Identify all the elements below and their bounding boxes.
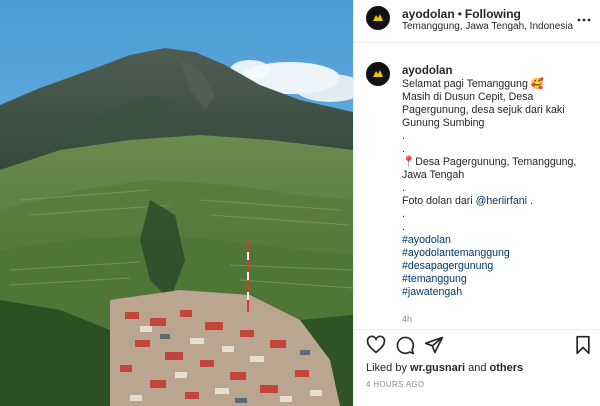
location-link[interactable]: Temanggung, Jawa Tengah, Indonesia: [402, 21, 573, 32]
caption-credit-suffix: .: [527, 195, 533, 207]
caption-line: Pagergunung, desa sejuk dari kaki: [402, 104, 565, 116]
hashtag-link[interactable]: #ayodolantemanggung: [402, 247, 592, 260]
caption-line: Gunung Sumbing: [402, 117, 485, 129]
liked-by-user-link[interactable]: wr.gusnari: [410, 362, 465, 374]
ayodolan-logo-icon: [373, 14, 383, 21]
post-photo[interactable]: [0, 0, 353, 406]
header-username[interactable]: ayodolan: [402, 7, 455, 21]
more-options-icon[interactable]: [577, 13, 591, 27]
caption-line: .: [402, 182, 405, 194]
hashtag-link[interactable]: #ayodolan: [402, 234, 592, 247]
caption-credit-line: Foto dolan dari @heriirfani .: [402, 195, 592, 208]
hashtag-link[interactable]: #jawatengah: [402, 286, 592, 299]
caption-line: 📍Desa Pagergunung, Temanggung,: [402, 156, 577, 168]
caption-credit-text: Foto dolan dari: [402, 195, 476, 207]
paper-plane-icon[interactable]: [424, 335, 444, 355]
liked-by-others-link[interactable]: others: [490, 362, 524, 374]
hashtag-link[interactable]: #temanggung: [402, 273, 592, 286]
post-header: ayodolan • Following Temanggung, Jawa Teng…: [354, 0, 600, 43]
liked-by-prefix: Liked by: [366, 362, 411, 374]
liked-by-line: Liked by wr.gusnari and others: [366, 362, 523, 374]
avatar[interactable]: [366, 6, 390, 30]
mention-link[interactable]: @heriirfani: [476, 195, 527, 207]
hashtag-link[interactable]: #desapagergunung: [402, 260, 592, 273]
bookmark-icon[interactable]: [573, 335, 593, 355]
comment-icon[interactable]: [395, 335, 415, 355]
caption-avatar[interactable]: [366, 62, 390, 86]
liked-by-middle: and: [465, 362, 490, 374]
header-user-line: ayodolan • Following: [402, 7, 521, 21]
ayodolan-logo-icon: [373, 70, 383, 77]
caption-text: Selamat pagi Temanggung 🥰 Masih di Dusun…: [402, 78, 592, 299]
caption-line: .: [402, 221, 405, 233]
post-sidebar: ayodolan • Following Temanggung, Jawa Teng…: [353, 0, 600, 406]
caption-line: .: [402, 208, 405, 220]
action-bar: [354, 331, 600, 359]
mountain-village-image: [0, 0, 353, 406]
caption-line: Masih di Dusun Cepit, Desa: [402, 91, 534, 103]
caption-line: Jawa Tengah: [402, 169, 465, 181]
heart-icon[interactable]: [366, 335, 386, 355]
caption-line: .: [402, 143, 405, 155]
header-separator: •: [457, 7, 462, 21]
following-button[interactable]: Following: [465, 7, 521, 21]
caption-line: .: [402, 130, 405, 142]
caption-username[interactable]: ayodolan: [402, 65, 452, 77]
caption-line: Selamat pagi Temanggung 🥰: [402, 78, 544, 90]
instagram-post: ayodolan • Following Temanggung, Jawa Teng…: [0, 0, 600, 406]
caption-area: ayodolan Selamat pagi Temanggung 🥰 Masih…: [354, 44, 600, 330]
caption-timestamp[interactable]: 4h: [402, 314, 412, 324]
post-timestamp[interactable]: 4 HOURS AGO: [366, 380, 424, 389]
